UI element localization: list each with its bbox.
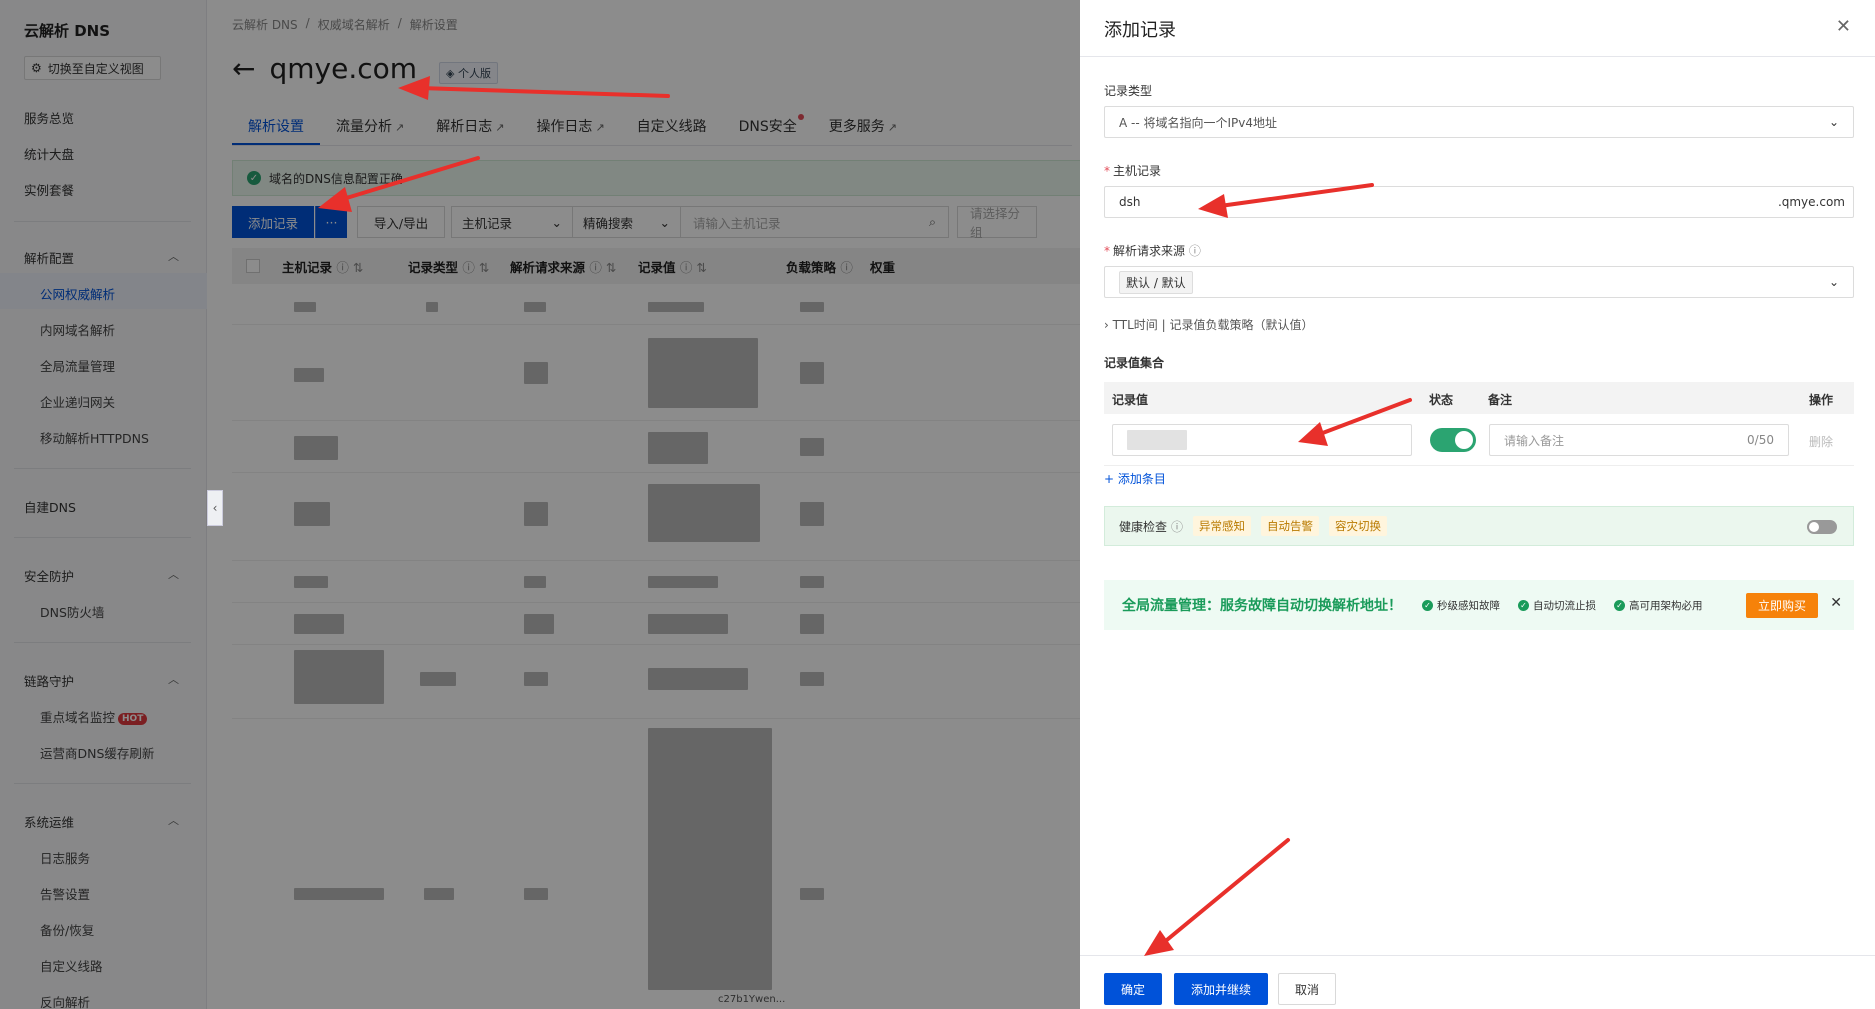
promo-feature: ✓ 秒级感知故障: [1422, 598, 1500, 613]
add-and-continue-button[interactable]: 添加并继续: [1174, 973, 1268, 1005]
collapse-sidebar-toggle[interactable]: ‹: [207, 490, 223, 526]
promo-title: 全局流量管理：服务故障自动切换解析地址！: [1122, 598, 1402, 614]
chevron-right-icon: ›: [1104, 318, 1109, 332]
status-toggle[interactable]: [1430, 428, 1476, 452]
promo-feature: ✓ 高可用架构必用: [1614, 598, 1703, 613]
source-label-text: 解析请求来源: [1113, 244, 1186, 258]
host-record-value: dsh: [1119, 195, 1141, 209]
check-circle-icon: ✓: [1422, 599, 1433, 611]
record-type-select[interactable]: A -- 将域名指向一个IPv4地址 ⌄: [1104, 106, 1854, 138]
record-type-label: 记录类型: [1104, 84, 1153, 98]
values-table-header: 记录值 状态 备注 操作: [1104, 382, 1854, 414]
health-tag: 容灾切换: [1329, 516, 1388, 536]
source-label: * 解析请求来源 ⓘ: [1104, 244, 1201, 258]
blurred-value: [1127, 430, 1187, 450]
promo-feature-text: 秒级感知故障: [1437, 599, 1500, 612]
promo-feature-text: 高可用架构必用: [1629, 599, 1703, 612]
modal-overlay[interactable]: [0, 0, 1080, 1009]
add-record-drawer: 添加记录 ✕ 记录类型 A -- 将域名指向一个IPv4地址 ⌄ * 主机记录 d…: [1080, 0, 1875, 1009]
promo-feature-text: 自动切流止损: [1533, 599, 1596, 612]
health-check-toggle[interactable]: [1807, 520, 1837, 534]
record-value-input[interactable]: [1112, 424, 1412, 456]
help-icon[interactable]: ⓘ: [1171, 518, 1183, 535]
health-tag: 自动告警: [1261, 516, 1320, 536]
source-tag: 默认 / 默认: [1119, 270, 1193, 294]
vt-col-op: 操作: [1809, 393, 1834, 407]
note-input[interactable]: 请输入备注 0/50: [1489, 424, 1789, 456]
close-icon[interactable]: ✕: [1836, 16, 1851, 37]
gtm-promo-banner: 全局流量管理：服务故障自动切换解析地址！ ✓ 秒级感知故障 ✓ 自动切流止损 ✓ 高可…: [1104, 580, 1854, 630]
check-circle-icon: ✓: [1518, 599, 1529, 611]
host-record-label-text: 主机记录: [1113, 164, 1162, 178]
values-set-label: 记录值集合: [1104, 356, 1165, 370]
drawer-divider: [1080, 56, 1875, 57]
promo-feature: ✓ 自动切流止损: [1518, 598, 1596, 613]
help-icon[interactable]: ⓘ: [1189, 244, 1201, 258]
ttl-text: TTL时间 | 记录值负载策略（默认值）: [1112, 318, 1314, 332]
vt-col-status: 状态: [1429, 393, 1454, 407]
vt-col-value: 记录值: [1112, 393, 1149, 407]
health-tag: 异常感知: [1193, 516, 1252, 536]
health-check-bar: 健康检查 ⓘ 异常感知 自动告警 容灾切换: [1104, 506, 1854, 546]
add-item-link[interactable]: + 添加条目: [1104, 470, 1166, 487]
host-record-input[interactable]: dsh .qmye.com: [1104, 186, 1854, 218]
vt-col-note: 备注: [1488, 393, 1513, 407]
note-counter: 0/50: [1747, 433, 1774, 447]
ttl-expand[interactable]: › TTL时间 | 记录值负载策略（默认值）: [1104, 316, 1313, 333]
chevron-left-icon: ‹: [212, 501, 218, 515]
drawer-title: 添加记录: [1104, 20, 1176, 41]
host-record-label: * 主机记录: [1104, 164, 1162, 178]
health-check-label: 健康检查: [1119, 519, 1168, 534]
value-row: 请输入备注 0/50 删除: [1104, 414, 1854, 466]
domain-suffix: .qmye.com: [1777, 195, 1845, 209]
drawer-footer-divider: [1080, 955, 1875, 956]
close-icon[interactable]: ✕: [1830, 595, 1842, 611]
chevron-down-icon: ⌄: [1828, 115, 1839, 129]
cancel-button[interactable]: 取消: [1278, 973, 1336, 1005]
delete-link[interactable]: 删除: [1809, 433, 1833, 450]
note-placeholder: 请输入备注: [1504, 433, 1565, 448]
buy-now-button[interactable]: 立即购买: [1745, 593, 1818, 618]
source-select[interactable]: 默认 / 默认 ⌄: [1104, 266, 1854, 298]
chevron-down-icon: ⌄: [1828, 275, 1839, 289]
check-circle-icon: ✓: [1614, 599, 1625, 611]
confirm-button[interactable]: 确定: [1104, 973, 1162, 1005]
record-type-value: A -- 将域名指向一个IPv4地址: [1119, 115, 1278, 130]
